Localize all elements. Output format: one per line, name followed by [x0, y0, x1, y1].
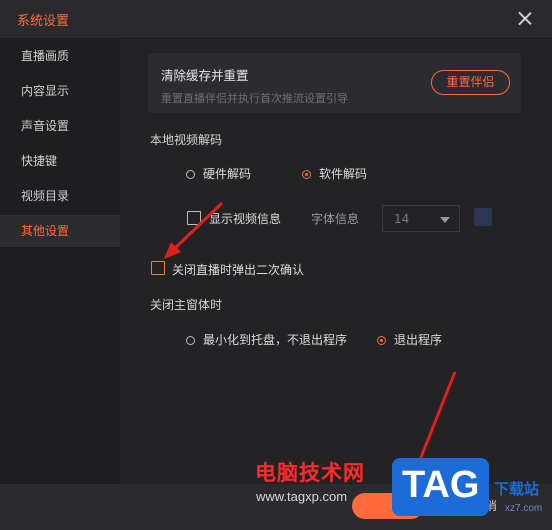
watermark-download-site: 下载站	[494, 480, 540, 498]
radio-icon	[186, 170, 195, 179]
main-close-section-label: 关闭主窗体时	[150, 298, 223, 312]
watermark-site-name: 电脑技术网	[255, 461, 365, 485]
software-decode-radio[interactable]: 软件解码	[302, 165, 367, 182]
font-color-picker[interactable]	[474, 208, 492, 226]
watermark-url: www.tagxp.com	[256, 489, 348, 504]
chevron-down-icon	[440, 217, 450, 223]
exit-program-label: 退出程序	[394, 333, 443, 347]
minimize-to-tray-label: 最小化到托盘，不退出程序	[203, 333, 348, 347]
exit-program-radio[interactable]: 退出程序	[377, 331, 442, 348]
close-icon[interactable]	[512, 6, 538, 32]
font-size-value: 14	[394, 212, 410, 226]
software-decode-label: 软件解码	[319, 167, 368, 181]
confirm-close-live-label: 关闭直播时弹出二次确认	[172, 263, 305, 277]
show-video-info-label: 显示视频信息	[209, 212, 282, 226]
reset-companion-button[interactable]: 重置伴侣	[431, 70, 510, 95]
clear-cache-subtitle: 重置直播伴侣并执行首次推流设置引导	[161, 92, 348, 105]
title-bar: 系统设置	[0, 0, 552, 39]
watermark-tag-logo: TAG	[392, 458, 489, 516]
hardware-decode-radio[interactable]: 硬件解码	[186, 165, 251, 182]
radio-selected-icon	[302, 170, 311, 179]
clear-cache-card: 清除缓存并重置 重置直播伴侣并执行首次推流设置引导 重置伴侣	[148, 53, 521, 113]
sidebar: 直播画质 内容显示 声音设置 快捷键 视频目录 其他设置	[0, 39, 120, 484]
radio-selected-icon	[377, 336, 386, 345]
window-title: 系统设置	[17, 14, 70, 29]
sidebar-item-video-directory[interactable]: 视频目录	[0, 180, 120, 212]
sidebar-item-shortcuts[interactable]: 快捷键	[0, 145, 120, 177]
clear-cache-title: 清除缓存并重置	[161, 68, 249, 83]
decode-section-label: 本地视频解码	[150, 133, 223, 147]
hardware-decode-label: 硬件解码	[203, 167, 252, 181]
confirm-close-live-checkbox[interactable]	[151, 261, 165, 275]
watermark-logo-text: TAG	[402, 464, 480, 506]
sidebar-item-other-settings[interactable]: 其他设置	[0, 215, 120, 247]
radio-icon	[186, 336, 195, 345]
minimize-to-tray-radio[interactable]: 最小化到托盘，不退出程序	[186, 331, 347, 348]
sidebar-item-sound-settings[interactable]: 声音设置	[0, 110, 120, 142]
watermark-download-url: xz7.com	[505, 503, 543, 514]
show-video-info-checkbox[interactable]	[187, 211, 201, 225]
sidebar-item-video-quality[interactable]: 直播画质	[0, 40, 120, 72]
font-size-select[interactable]: 14	[382, 205, 460, 232]
sidebar-item-content-display[interactable]: 内容显示	[0, 75, 120, 107]
font-info-label: 字体信息	[311, 212, 360, 226]
